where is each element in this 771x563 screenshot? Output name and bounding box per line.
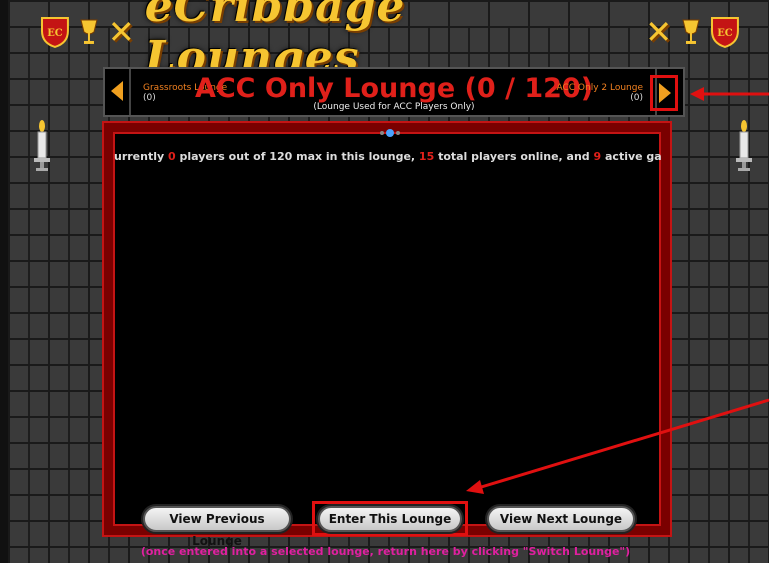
lounge-player-count: 0 (168, 150, 176, 163)
total-players-online: 15 (418, 150, 435, 163)
goblet-icon (80, 19, 98, 44)
shield-icon: EC (40, 17, 69, 49)
next-lounge-name: ACC Only 2 Lounge (556, 83, 643, 93)
status-suffix: active games. (605, 150, 662, 163)
lounge-navigator: Grassroots Lounge (0) ACC Only Lounge (0… (103, 67, 685, 117)
next-lounge-arrow[interactable] (659, 83, 671, 103)
footer-note: (once entered into a selected lounge, re… (140, 545, 631, 558)
current-lounge-subtitle: (Lounge Used for ACC Players Only) (313, 102, 475, 112)
status-text-1: players out of 120 max in this lounge, (175, 150, 419, 163)
lounge-panel (104, 123, 670, 535)
view-previous-lounge-button[interactable]: View Previous Lounge (143, 506, 291, 548)
window-left-edge (0, 0, 8, 563)
svg-text:EC: EC (717, 28, 733, 39)
enter-lounge-button[interactable]: Enter This Lounge (318, 506, 462, 532)
next-lounge-count: (0) (630, 93, 643, 103)
header-banner: EC ✕ eCribbage Lounges ✕ EC (40, 0, 740, 83)
crossed-swords-icon: ✕ (645, 13, 673, 51)
ornament-icon (380, 129, 400, 137)
svg-text:EC: EC (47, 28, 63, 39)
shield-icon: EC (711, 17, 739, 49)
candle-icon (736, 120, 752, 171)
status-prefix: urrently (114, 150, 169, 163)
crossed-swords-icon: ✕ (107, 13, 135, 51)
candle-icon (34, 120, 50, 171)
lounge-status-text: urrently 0 players out of 120 max in thi… (114, 150, 662, 163)
next-lounge-link[interactable]: ACC Only 2 Lounge (0) (556, 83, 643, 103)
status-text-2: total players online, and (434, 150, 594, 163)
view-next-lounge-button[interactable]: View Next Lounge (487, 506, 635, 532)
goblet-icon (682, 19, 700, 44)
